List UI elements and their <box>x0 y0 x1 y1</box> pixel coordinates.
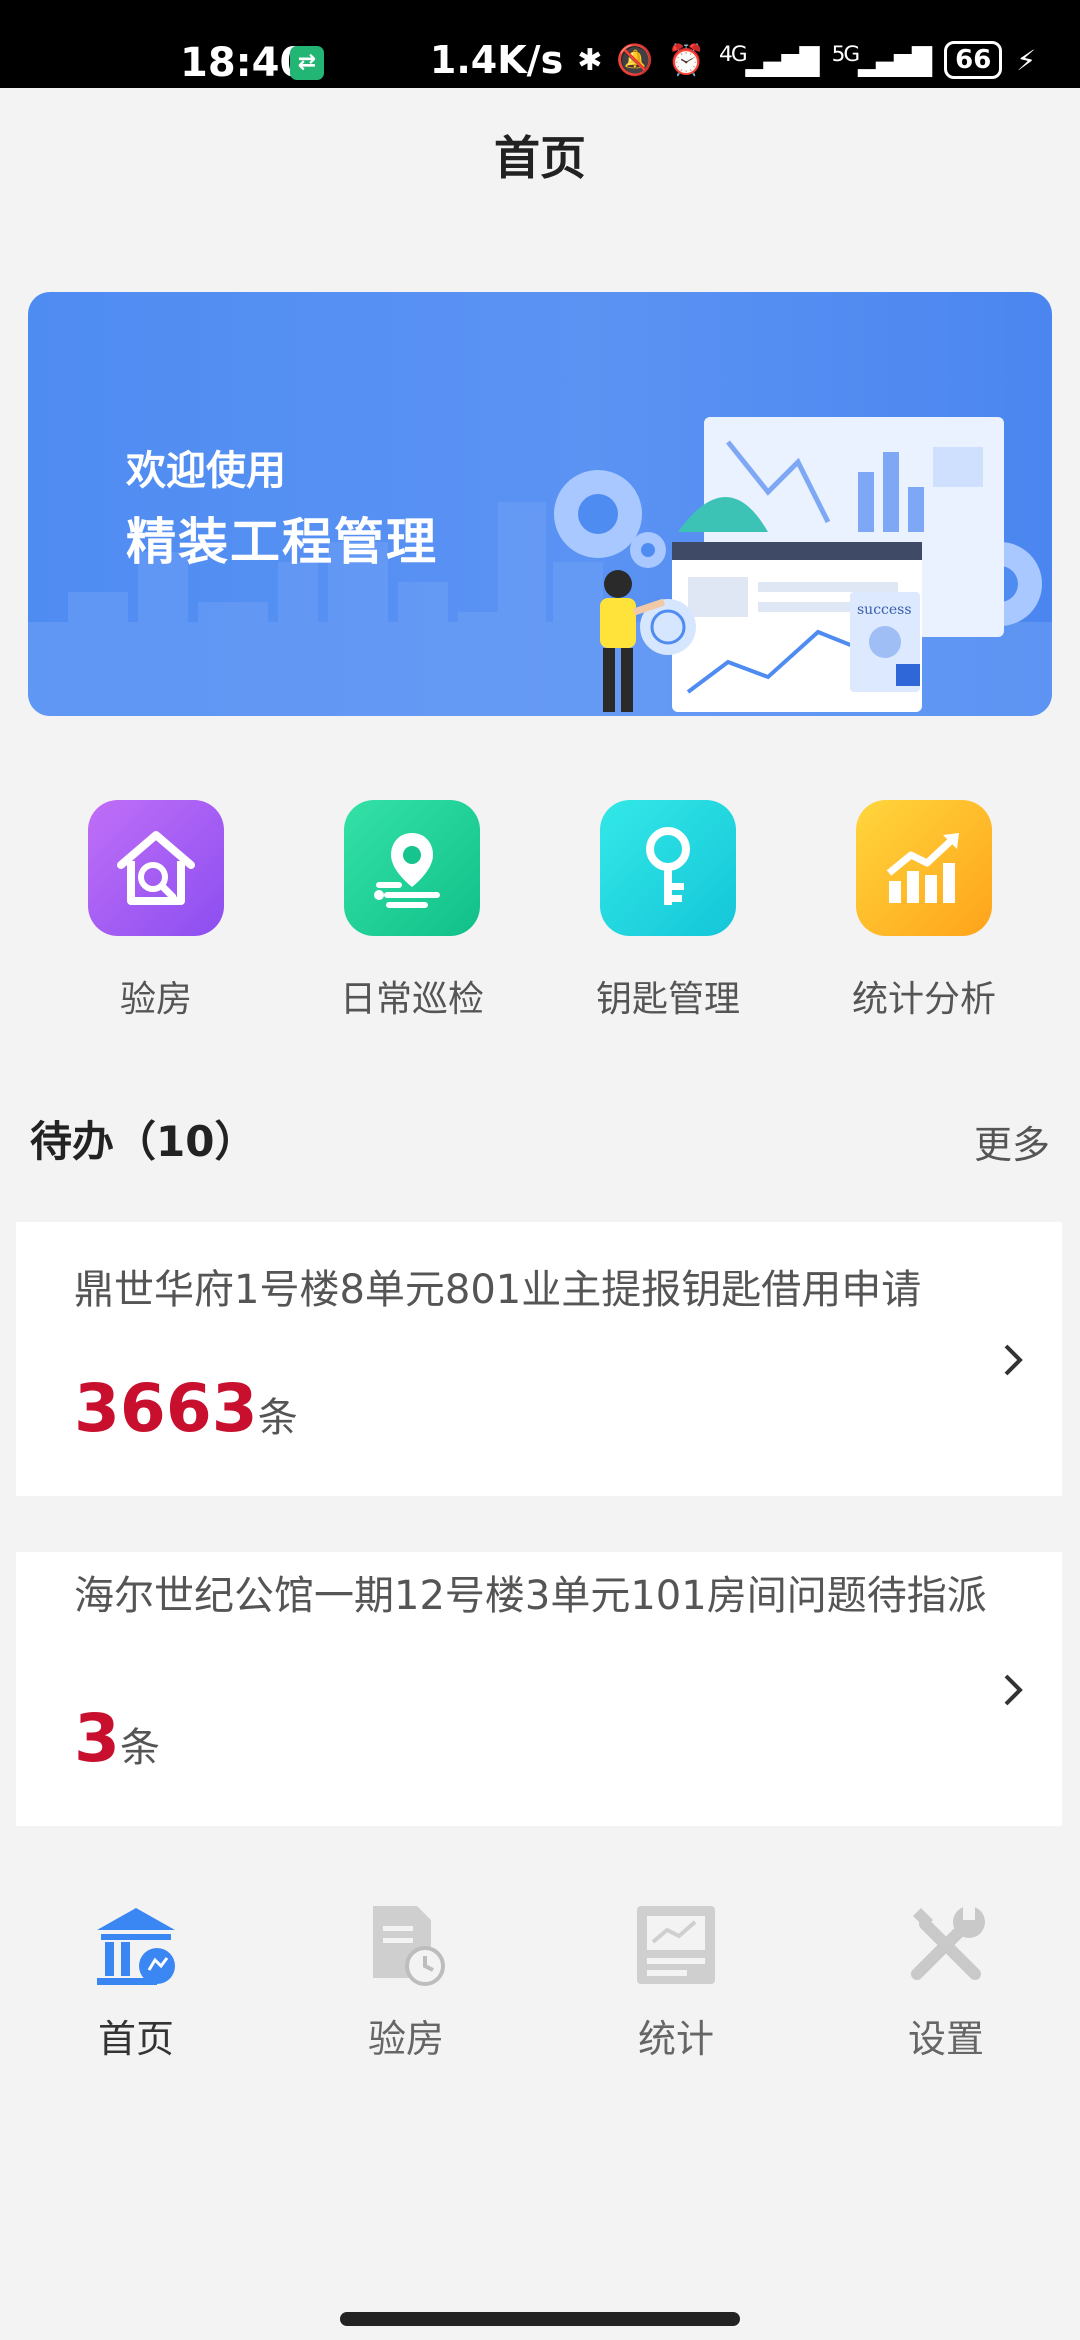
tab-statistics[interactable]: 统计 <box>586 1900 766 2063</box>
tab-home[interactable]: 首页 <box>46 1900 226 2063</box>
status-bar: 18:40 ⇄ 1.4K/s ✱ 🔕 ⏰ 4G▂▄▆█ 5G▂▄▆█ 66 ⚡ <box>0 0 1080 88</box>
quick-item-stats[interactable]: 统计分析 <box>824 800 1024 1022</box>
tab-label: 验房 <box>367 2017 444 2061</box>
todo-more-link[interactable]: 更多 <box>974 1114 1050 1169</box>
status-icons: 1.4K/s ✱ 🔕 ⏰ 4G▂▄▆█ 5G▂▄▆█ 66 ⚡ <box>430 38 1036 82</box>
svg-text:success: success <box>857 602 912 618</box>
tab-settings[interactable]: 设置 <box>856 1900 1036 2063</box>
bluetooth-icon: ✱ <box>577 42 603 78</box>
welcome-banner[interactable]: success 欢迎使用 精装工程管理 <box>28 292 1052 716</box>
chevron-right-icon <box>1004 1344 1023 1376</box>
quick-label: 验房 <box>119 979 192 1020</box>
todo-card-count: 3663条 <box>74 1370 298 1447</box>
banner-title: 精装工程管理 <box>126 513 438 571</box>
app-notification-icon: ⇄ <box>290 46 324 80</box>
house-inspect-icon <box>88 800 224 936</box>
signal-5g-icon: 5G▂▄▆█ <box>831 42 933 78</box>
status-time: 18:40 <box>180 40 308 86</box>
home-indicator[interactable] <box>340 2312 740 2326</box>
todo-card[interactable]: 鼎世华府1号楼8单元801业主提报钥匙借用申请 3663条 <box>16 1222 1062 1496</box>
document-clock-icon <box>373 1906 445 1986</box>
tab-label: 统计 <box>637 2017 714 2061</box>
quick-item-keys[interactable]: 钥匙管理 <box>568 800 768 1022</box>
net-speed: 1.4K/s <box>429 38 564 82</box>
tab-label: 设置 <box>907 2017 984 2061</box>
chart-board-icon <box>637 1906 715 1984</box>
chart-growth-icon <box>856 800 992 936</box>
home-building-icon <box>97 1908 175 1985</box>
location-route-icon <box>344 800 480 936</box>
mute-bell-icon: 🔕 <box>616 42 654 78</box>
quick-label: 统计分析 <box>851 979 996 1020</box>
todo-section-title: 待办（10） <box>30 1117 257 1166</box>
quick-label: 钥匙管理 <box>595 979 740 1020</box>
chevron-right-icon <box>1004 1674 1023 1706</box>
todo-card-title: 鼎世华府1号楼8单元801业主提报钥匙借用申请 <box>74 1267 922 1313</box>
alarm-icon: ⏰ <box>667 42 706 78</box>
tab-label: 首页 <box>97 2017 174 2061</box>
nav-bar: 首页 <box>0 88 1080 228</box>
todo-card[interactable]: 海尔世纪公馆一期12号楼3单元101房间问题待指派 3条 <box>16 1552 1062 1826</box>
quick-item-inspection[interactable]: 验房 <box>56 800 256 1022</box>
page-title: 首页 <box>494 131 586 185</box>
quick-label: 日常巡检 <box>339 979 484 1020</box>
key-icon <box>600 800 736 936</box>
tab-inspection[interactable]: 验房 <box>316 1900 496 2063</box>
charging-icon: ⚡ <box>1016 43 1036 77</box>
bottom-tab-bar: 首页 验房 统计 设置 <box>0 1900 1080 2100</box>
banner-subtitle: 欢迎使用 <box>126 448 286 494</box>
battery-icon: 66 <box>944 41 1003 79</box>
quick-menu: 验房 日常巡检 钥匙管理 统计分析 <box>0 800 1080 1030</box>
tools-icon <box>911 1906 985 1980</box>
signal-4g-icon: 4G▂▄▆█ <box>719 42 820 78</box>
quick-item-patrol[interactable]: 日常巡检 <box>312 800 512 1022</box>
todo-card-title: 海尔世纪公馆一期12号楼3单元101房间问题待指派 <box>74 1573 987 1619</box>
todo-card-count: 3条 <box>74 1700 160 1777</box>
